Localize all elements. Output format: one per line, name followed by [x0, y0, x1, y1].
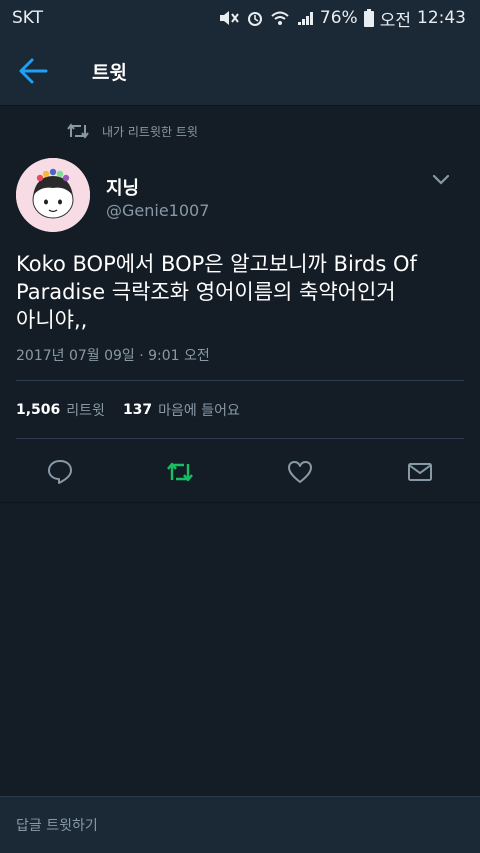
carrier-label: SKT: [12, 8, 44, 28]
retweet-icon: [67, 123, 89, 139]
author-name[interactable]: 지닝: [106, 174, 139, 200]
reply-bar: 답글 트윗하기: [0, 796, 480, 853]
clock-time: 12:43: [417, 8, 466, 28]
page-title: 트윗: [92, 62, 127, 84]
tweet-text-line: Koko BOP에서 BOP은 알고보니까 Birds Of: [16, 252, 417, 276]
chevron-down-icon[interactable]: [430, 170, 452, 190]
app-bar: 트윗: [0, 36, 480, 106]
clock-ampm: 오전: [379, 10, 411, 31]
signal-icon: [297, 12, 313, 25]
heart-icon[interactable]: [286, 458, 314, 486]
tweet-text-line: 아니야,,: [16, 308, 88, 332]
status-icons: 76% 오전 12:43: [218, 6, 466, 31]
back-arrow-icon[interactable]: [18, 57, 48, 85]
retweet-icon[interactable]: [166, 458, 194, 486]
tweet-timestamp: 2017년 07월 09일 · 9:01 오전: [16, 348, 210, 364]
retweet-context-label: 내가 리트윗한 트윗: [102, 124, 198, 139]
tweet-text-line: Paradise 극락조화 영어이름의 축약어인거: [16, 280, 396, 304]
battery-icon: [363, 9, 374, 27]
like-count-label[interactable]: 마음에 들어요: [158, 400, 240, 420]
alarm-icon: [247, 12, 262, 26]
tweet-stats: 1,506 리트윗 137 마음에 들어요: [16, 400, 240, 420]
divider: [16, 380, 464, 381]
mail-icon[interactable]: [406, 458, 434, 486]
reply-icon[interactable]: [46, 458, 74, 486]
avatar[interactable]: [16, 158, 90, 232]
tweet-actions: [0, 450, 480, 494]
retweet-context: 내가 리트윗한 트윗: [66, 122, 198, 140]
avatar-image: [16, 158, 90, 232]
divider: [16, 438, 464, 439]
mute-icon: [219, 11, 239, 25]
author-handle[interactable]: @Genie1007: [106, 201, 209, 220]
status-bar: SKT 76% 오전 12:43: [0, 0, 480, 36]
divider: [0, 502, 480, 503]
tweet-text: Koko BOP에서 BOP은 알고보니까 Birds Of Paradise …: [16, 250, 456, 334]
wifi-icon: [271, 11, 289, 25]
retweet-count-label[interactable]: 리트윗: [66, 400, 105, 420]
retweet-count[interactable]: 1,506: [16, 402, 60, 418]
battery-percent: 76%: [319, 8, 358, 28]
reply-input[interactable]: 답글 트윗하기: [16, 815, 98, 835]
like-count[interactable]: 137: [123, 402, 152, 418]
